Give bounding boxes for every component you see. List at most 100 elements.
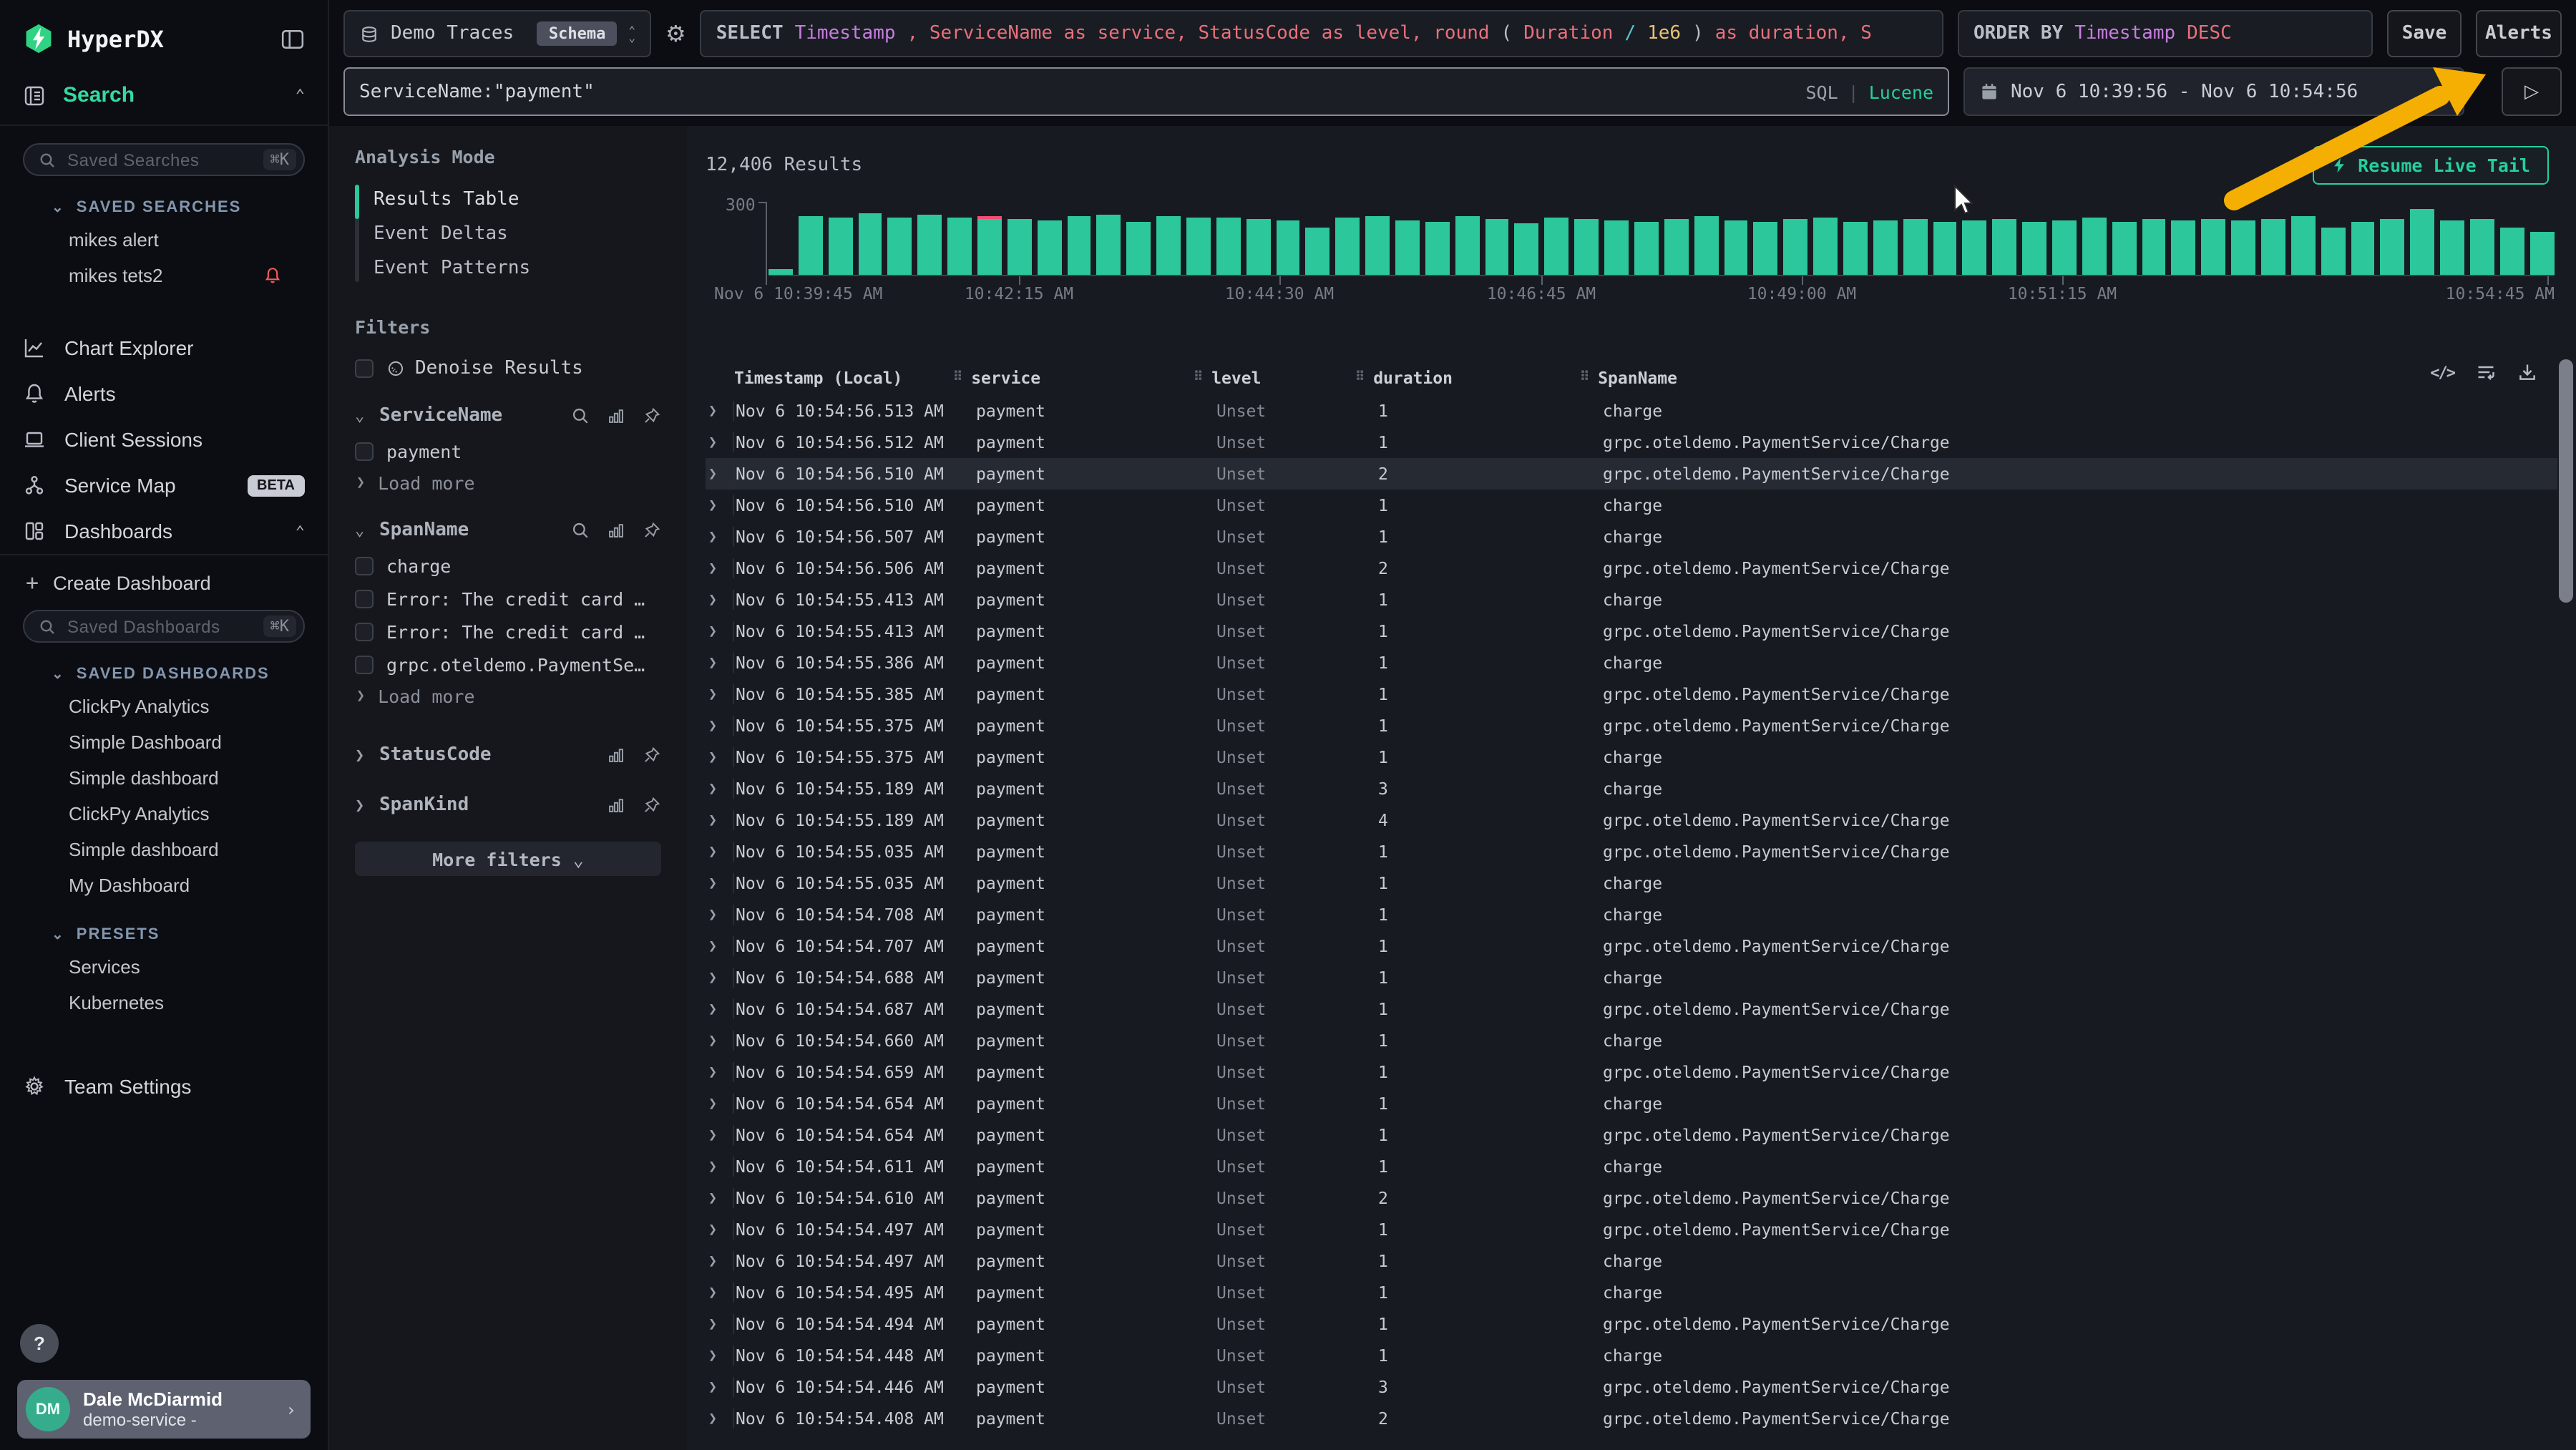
wrap-text-icon[interactable] (2476, 362, 2496, 382)
table-row[interactable]: ❯Nov 6 10:54:55.035 AMpaymentUnset1charg… (706, 867, 2557, 899)
sidebar-item-chart-explorer[interactable]: Chart Explorer (0, 325, 328, 371)
row-expand-icon[interactable]: ❯ (706, 590, 734, 610)
table-row[interactable]: ❯Nov 6 10:54:54.497 AMpaymentUnset1charg… (706, 1245, 2557, 1277)
save-button[interactable]: Save (2387, 10, 2462, 57)
filter-value-charge[interactable]: charge (355, 550, 661, 583)
table-row[interactable]: ❯Nov 6 10:54:56.510 AMpaymentUnset2grpc.… (706, 458, 2557, 490)
search-section-collapse-icon[interactable]: ⌃ (296, 86, 305, 104)
row-expand-icon[interactable]: ❯ (706, 401, 734, 421)
drag-handle-icon[interactable]: ⠿ (1355, 371, 1365, 385)
table-row[interactable]: ❯Nov 6 10:54:54.659 AMpaymentUnset1grpc.… (706, 1056, 2557, 1088)
row-expand-icon[interactable]: ❯ (706, 621, 734, 641)
sidebar-item-dashboards[interactable]: Dashboards ⌃ (0, 508, 328, 554)
filter-chart-icon[interactable] (607, 521, 625, 540)
column-header-duration[interactable]: ⠿duration (1355, 368, 1580, 388)
table-row[interactable]: ❯Nov 6 10:54:54.446 AMpaymentUnset3grpc.… (706, 1371, 2557, 1403)
saved-searches-header[interactable]: ⌄ SAVED SEARCHES (52, 199, 305, 216)
row-expand-icon[interactable]: ❯ (706, 810, 734, 830)
filter-group-spanname[interactable]: ⌄ SpanName (355, 520, 661, 541)
table-row[interactable]: ❯Nov 6 10:54:56.506 AMpaymentUnset2grpc.… (706, 553, 2557, 584)
search-query-input[interactable]: ServiceName:"payment" SQL | Lucene (343, 67, 1949, 116)
column-header-service[interactable]: ⠿service (953, 368, 1194, 388)
row-expand-icon[interactable]: ❯ (706, 936, 734, 956)
row-expand-icon[interactable]: ❯ (706, 558, 734, 578)
filter-checkbox[interactable] (355, 442, 374, 461)
code-view-icon[interactable]: </> (2430, 363, 2454, 381)
table-row[interactable]: ❯Nov 6 10:54:56.507 AMpaymentUnset1charg… (706, 521, 2557, 553)
table-row[interactable]: ❯Nov 6 10:54:54.688 AMpaymentUnset1charg… (706, 962, 2557, 993)
dashboard-item[interactable]: ClickPy Analytics (23, 688, 305, 724)
sidebar-item-alerts[interactable]: Alerts (0, 371, 328, 417)
dashboards-collapse-icon[interactable]: ⌃ (296, 522, 305, 540)
filter-checkbox[interactable] (355, 557, 374, 575)
filter-group-spankind[interactable]: ❯ SpanKind (355, 794, 661, 816)
row-expand-icon[interactable]: ❯ (706, 495, 734, 515)
table-row[interactable]: ❯Nov 6 10:54:55.035 AMpaymentUnset1grpc.… (706, 836, 2557, 867)
table-row[interactable]: ❯Nov 6 10:54:54.494 AMpaymentUnset1grpc.… (706, 1308, 2557, 1340)
filter-value-payment[interactable]: payment (355, 435, 661, 468)
create-dashboard-button[interactable]: + Create Dashboard (0, 555, 328, 607)
more-filters-button[interactable]: More filters ⌄ (355, 842, 661, 876)
filter-checkbox[interactable] (355, 656, 374, 674)
table-row[interactable]: ❯Nov 6 10:54:55.189 AMpaymentUnset3charg… (706, 773, 2557, 804)
tab-event-deltas[interactable]: Event Deltas (374, 216, 661, 250)
order-by-input[interactable]: ORDER BY Timestamp DESC (1958, 10, 2373, 57)
row-expand-icon[interactable]: ❯ (706, 1220, 734, 1240)
sql-select-input[interactable]: SELECT Timestamp, ServiceName as service… (701, 10, 1943, 57)
row-expand-icon[interactable]: ❯ (706, 653, 734, 673)
table-row[interactable]: ❯Nov 6 10:54:56.510 AMpaymentUnset1charg… (706, 490, 2557, 521)
denoise-results-toggle[interactable]: Denoise Results (355, 358, 661, 379)
filter-pin-icon[interactable] (643, 796, 661, 814)
alerts-button[interactable]: Alerts (2476, 10, 2562, 57)
dashboard-item[interactable]: ClickPy Analytics (23, 796, 305, 832)
sidebar-collapse-icon[interactable] (280, 26, 305, 51)
row-expand-icon[interactable]: ❯ (706, 1377, 734, 1397)
table-row[interactable]: ❯Nov 6 10:54:54.497 AMpaymentUnset1grpc.… (706, 1214, 2557, 1245)
row-expand-icon[interactable]: ❯ (706, 1408, 734, 1429)
filter-checkbox[interactable] (355, 623, 374, 641)
table-row[interactable]: ❯Nov 6 10:54:54.610 AMpaymentUnset2grpc.… (706, 1182, 2557, 1214)
row-expand-icon[interactable]: ❯ (706, 684, 734, 704)
filter-checkbox[interactable] (355, 590, 374, 608)
run-query-button[interactable]: ▷ (2502, 67, 2562, 116)
source-select[interactable]: Demo Traces Schema ⌃⌄ (343, 10, 651, 57)
dashboard-item[interactable]: My Dashboard (23, 867, 305, 903)
date-range-picker[interactable]: Nov 6 10:39:56 - Nov 6 10:54:56 (1963, 67, 2464, 116)
row-expand-icon[interactable]: ❯ (706, 1125, 734, 1145)
tab-event-patterns[interactable]: Event Patterns (374, 250, 661, 285)
sidebar-item-service-map[interactable]: Service Map BETA (0, 462, 328, 508)
filter-value-grpc[interactable]: grpc.oteldemo.PaymentSe… (355, 648, 661, 681)
drag-handle-icon[interactable]: ⠿ (953, 371, 962, 385)
filter-group-statuscode[interactable]: ❯ StatusCode (355, 744, 661, 766)
results-histogram[interactable]: 300 Nov 6 10:39:45 AM 10:42:15 AM 10:44:… (706, 186, 2557, 303)
user-menu[interactable]: DM Dale McDiarmid demo-service - › (17, 1380, 311, 1439)
saved-dashboards-header[interactable]: ⌄ SAVED DASHBOARDS (52, 666, 305, 683)
filter-chart-icon[interactable] (607, 796, 625, 814)
table-row[interactable]: ❯Nov 6 10:54:54.707 AMpaymentUnset1grpc.… (706, 930, 2557, 962)
dashboard-item[interactable]: Simple Dashboard (23, 724, 305, 760)
table-row[interactable]: ❯Nov 6 10:54:54.654 AMpaymentUnset1grpc.… (706, 1119, 2557, 1151)
vertical-scrollbar[interactable] (2559, 359, 2573, 603)
column-header-spanname[interactable]: ⠿SpanName (1580, 368, 2557, 388)
language-toggle-sql[interactable]: SQL (1805, 81, 1838, 102)
row-expand-icon[interactable]: ❯ (706, 905, 734, 925)
table-row[interactable]: ❯Nov 6 10:54:54.708 AMpaymentUnset1charg… (706, 899, 2557, 930)
filter-chart-icon[interactable] (607, 746, 625, 764)
table-row[interactable]: ❯Nov 6 10:54:55.413 AMpaymentUnset1charg… (706, 584, 2557, 615)
row-expand-icon[interactable]: ❯ (706, 1062, 734, 1082)
table-row[interactable]: ❯Nov 6 10:54:55.189 AMpaymentUnset4grpc.… (706, 804, 2557, 836)
preset-item[interactable]: Kubernetes (23, 985, 305, 1021)
resume-live-tail-button[interactable]: Resume Live Tail (2312, 145, 2549, 184)
dashboard-item[interactable]: Simple dashboard (23, 760, 305, 796)
filter-pin-icon[interactable] (643, 746, 661, 764)
table-row[interactable]: ❯Nov 6 10:54:54.448 AMpaymentUnset1charg… (706, 1340, 2557, 1371)
sidebar-item-client-sessions[interactable]: Client Sessions (0, 417, 328, 462)
row-expand-icon[interactable]: ❯ (706, 1188, 734, 1208)
row-expand-icon[interactable]: ❯ (706, 1283, 734, 1303)
row-expand-icon[interactable]: ❯ (706, 999, 734, 1019)
filter-group-servicename[interactable]: ⌄ ServiceName (355, 405, 661, 427)
download-icon[interactable] (2517, 362, 2537, 382)
filter-search-icon[interactable] (571, 407, 590, 425)
presets-header[interactable]: ⌄ PRESETS (52, 926, 305, 943)
table-row[interactable]: ❯Nov 6 10:54:54.654 AMpaymentUnset1charg… (706, 1088, 2557, 1119)
